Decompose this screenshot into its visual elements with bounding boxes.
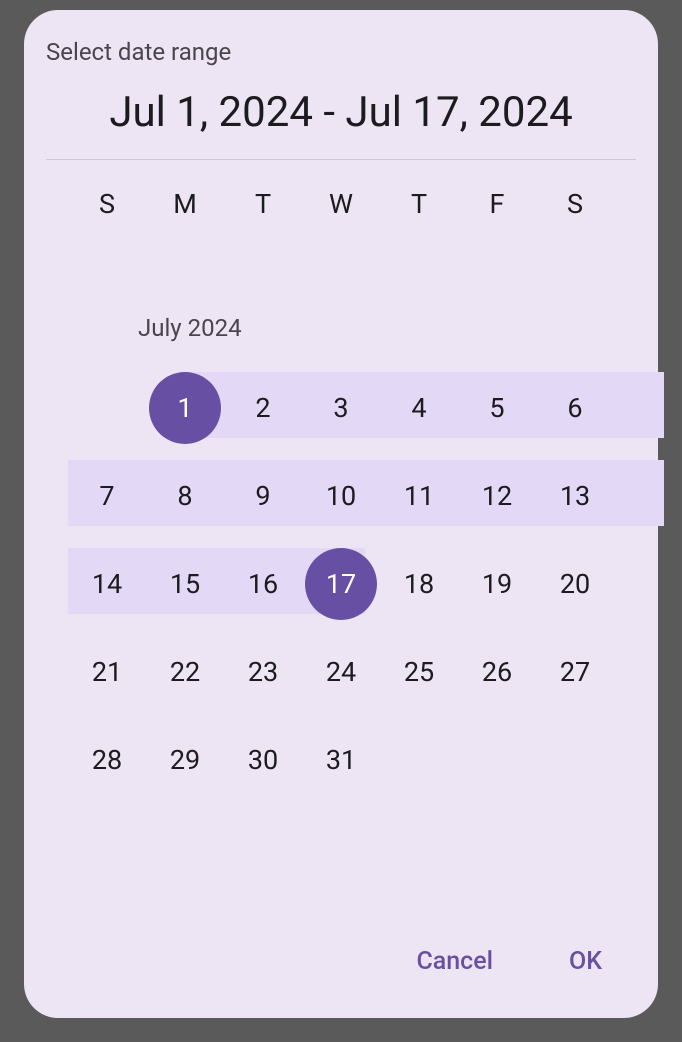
day-cell[interactable]: 16 [224,540,302,628]
day-cell[interactable]: 27 [536,628,614,716]
day-cell[interactable]: 18 [380,540,458,628]
dialog-actions: Cancel OK [410,939,608,984]
dialog-title: Select date range [46,38,636,66]
day-cell[interactable]: 5 [458,364,536,452]
weekday-sun: S [68,188,146,220]
day-cell[interactable]: 19 [458,540,536,628]
calendar-row: 7 8 9 10 11 12 13 [68,452,614,540]
day-cell[interactable]: 25 [380,628,458,716]
day-cell[interactable]: 3 [302,364,380,452]
day-cell[interactable]: 22 [146,628,224,716]
calendar-row: 14 15 16 17 18 19 20 [68,540,614,628]
month-label: July 2024 [24,314,658,342]
day-cell[interactable]: 31 [302,716,380,804]
calendar-row: 1 2 3 4 5 6 [68,364,614,452]
weekday-header: S M T W T F S [24,188,658,220]
day-cell[interactable]: 1 [146,364,224,452]
cancel-button[interactable]: Cancel [410,939,499,984]
day-cell[interactable]: 24 [302,628,380,716]
day-cell[interactable]: 17 [302,540,380,628]
divider [46,159,636,160]
day-cell[interactable]: 26 [458,628,536,716]
calendar-row: 21 22 23 24 25 26 27 [68,628,614,716]
day-cell[interactable]: 15 [146,540,224,628]
weekday-sat: S [536,188,614,220]
weekday-mon: M [146,188,224,220]
day-cell[interactable]: 14 [68,540,146,628]
day-cell[interactable]: 10 [302,452,380,540]
day-cell[interactable]: 7 [68,452,146,540]
calendar: 1 2 3 4 5 6 7 8 9 10 11 12 13 [24,364,658,804]
day-cell[interactable]: 23 [224,628,302,716]
weekday-wed: W [302,188,380,220]
weekday-fri: F [458,188,536,220]
weekday-thu: T [380,188,458,220]
day-cell[interactable]: 12 [458,452,536,540]
dialog-header: Select date range Jul 1, 2024 - Jul 17, … [24,10,658,159]
day-cell[interactable]: 13 [536,452,614,540]
day-cell[interactable]: 2 [224,364,302,452]
day-cell[interactable]: 4 [380,364,458,452]
day-cell[interactable]: 9 [224,452,302,540]
selected-range-text: Jul 1, 2024 - Jul 17, 2024 [46,88,636,137]
ok-button[interactable]: OK [563,939,608,984]
weekday-tue: T [224,188,302,220]
calendar-row: 28 29 30 31 [68,716,614,804]
day-cell[interactable]: 11 [380,452,458,540]
day-cell[interactable]: 8 [146,452,224,540]
day-cell[interactable]: 20 [536,540,614,628]
day-cell[interactable]: 21 [68,628,146,716]
day-cell[interactable]: 6 [536,364,614,452]
day-cell[interactable]: 28 [68,716,146,804]
day-cell[interactable]: 30 [224,716,302,804]
date-range-dialog: Select date range Jul 1, 2024 - Jul 17, … [24,10,658,1018]
day-cell[interactable]: 29 [146,716,224,804]
